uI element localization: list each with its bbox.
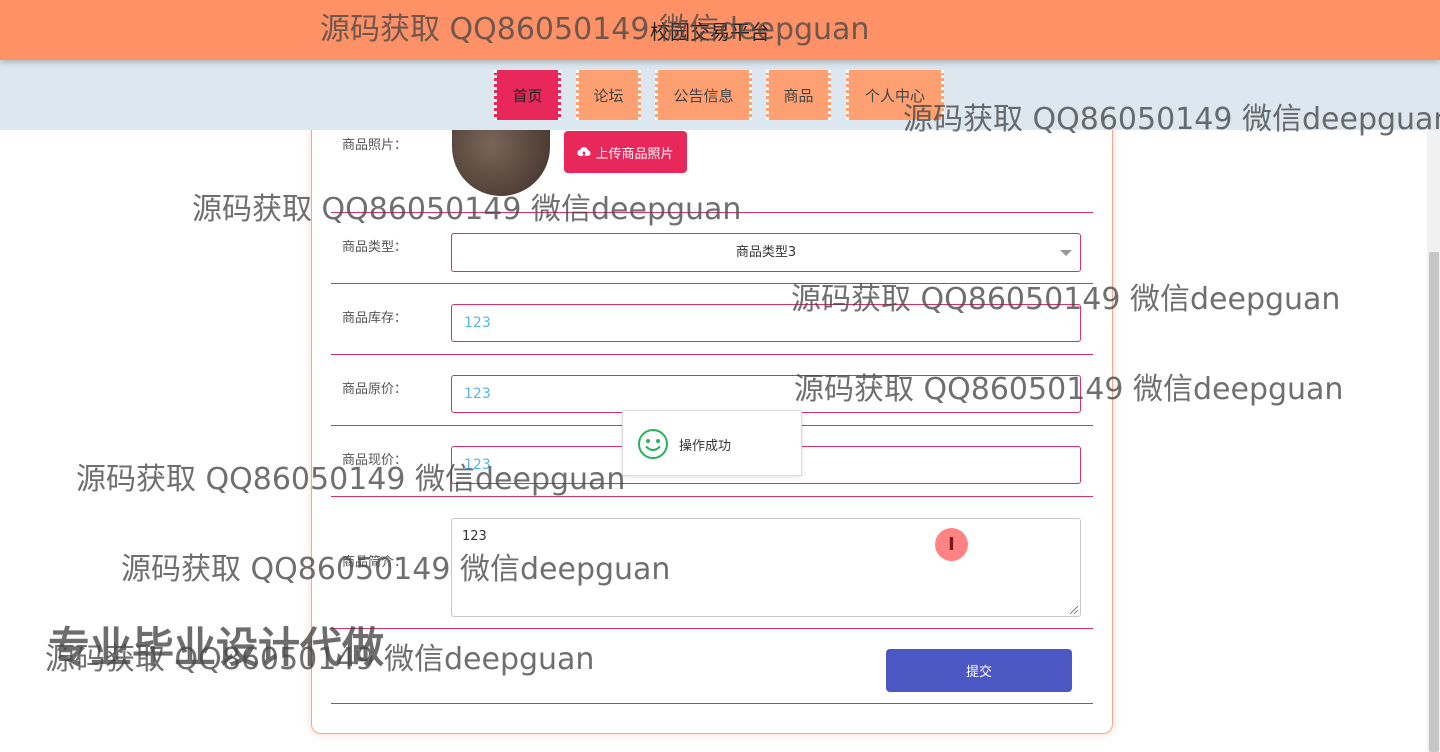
chevron-down-icon [1060, 250, 1072, 256]
original-price-label: 商品原价： [342, 382, 408, 397]
top-header: 校园交易平台 [0, 0, 1440, 60]
row-divider [331, 212, 1093, 213]
intro-value: 123 [462, 529, 487, 544]
smile-icon [638, 429, 668, 459]
toast-message: 操作成功 [679, 439, 732, 454]
scrollbar-thumb[interactable] [1429, 252, 1439, 752]
stock-input[interactable]: 123 [451, 304, 1081, 342]
row-divider [331, 628, 1093, 629]
nav-item-announcements[interactable]: 公告信息 [655, 70, 752, 120]
current-price-label: 商品现价： [342, 453, 408, 468]
cloud-upload-icon [577, 147, 592, 156]
row-divider [331, 283, 1093, 284]
stock-label: 商品库存： [342, 311, 408, 326]
nav-bar: 首页 论坛 公告信息 商品 个人中心 [0, 60, 1440, 130]
row-divider [331, 354, 1093, 355]
upload-photo-label: 上传商品照片 [595, 146, 674, 162]
text-cursor-icon: I [935, 528, 968, 561]
site-title: 校园交易平台 [650, 20, 770, 44]
nav-item-personal-center[interactable]: 个人中心 [846, 70, 944, 120]
success-toast: 操作成功 [622, 410, 802, 476]
original-price-input[interactable]: 123 [451, 375, 1081, 413]
product-type-value: 商品类型3 [735, 245, 797, 260]
product-type-select[interactable]: 商品类型3 [451, 233, 1081, 272]
intro-textarea[interactable]: 123 [451, 518, 1081, 617]
resize-handle-icon[interactable] [1070, 606, 1078, 614]
nav-item-products[interactable]: 商品 [766, 70, 831, 120]
row-divider [331, 496, 1093, 497]
upload-photo-button[interactable]: 上传商品照片 [564, 131, 687, 173]
photo-label: 商品照片： [342, 138, 408, 153]
intro-label: 商品简介： [342, 555, 408, 570]
nav-item-forum[interactable]: 论坛 [576, 70, 641, 120]
submit-button[interactable]: 提交 [886, 649, 1072, 692]
type-label: 商品类型： [342, 240, 408, 255]
row-divider [331, 703, 1093, 704]
nav-item-home[interactable]: 首页 [494, 70, 561, 120]
